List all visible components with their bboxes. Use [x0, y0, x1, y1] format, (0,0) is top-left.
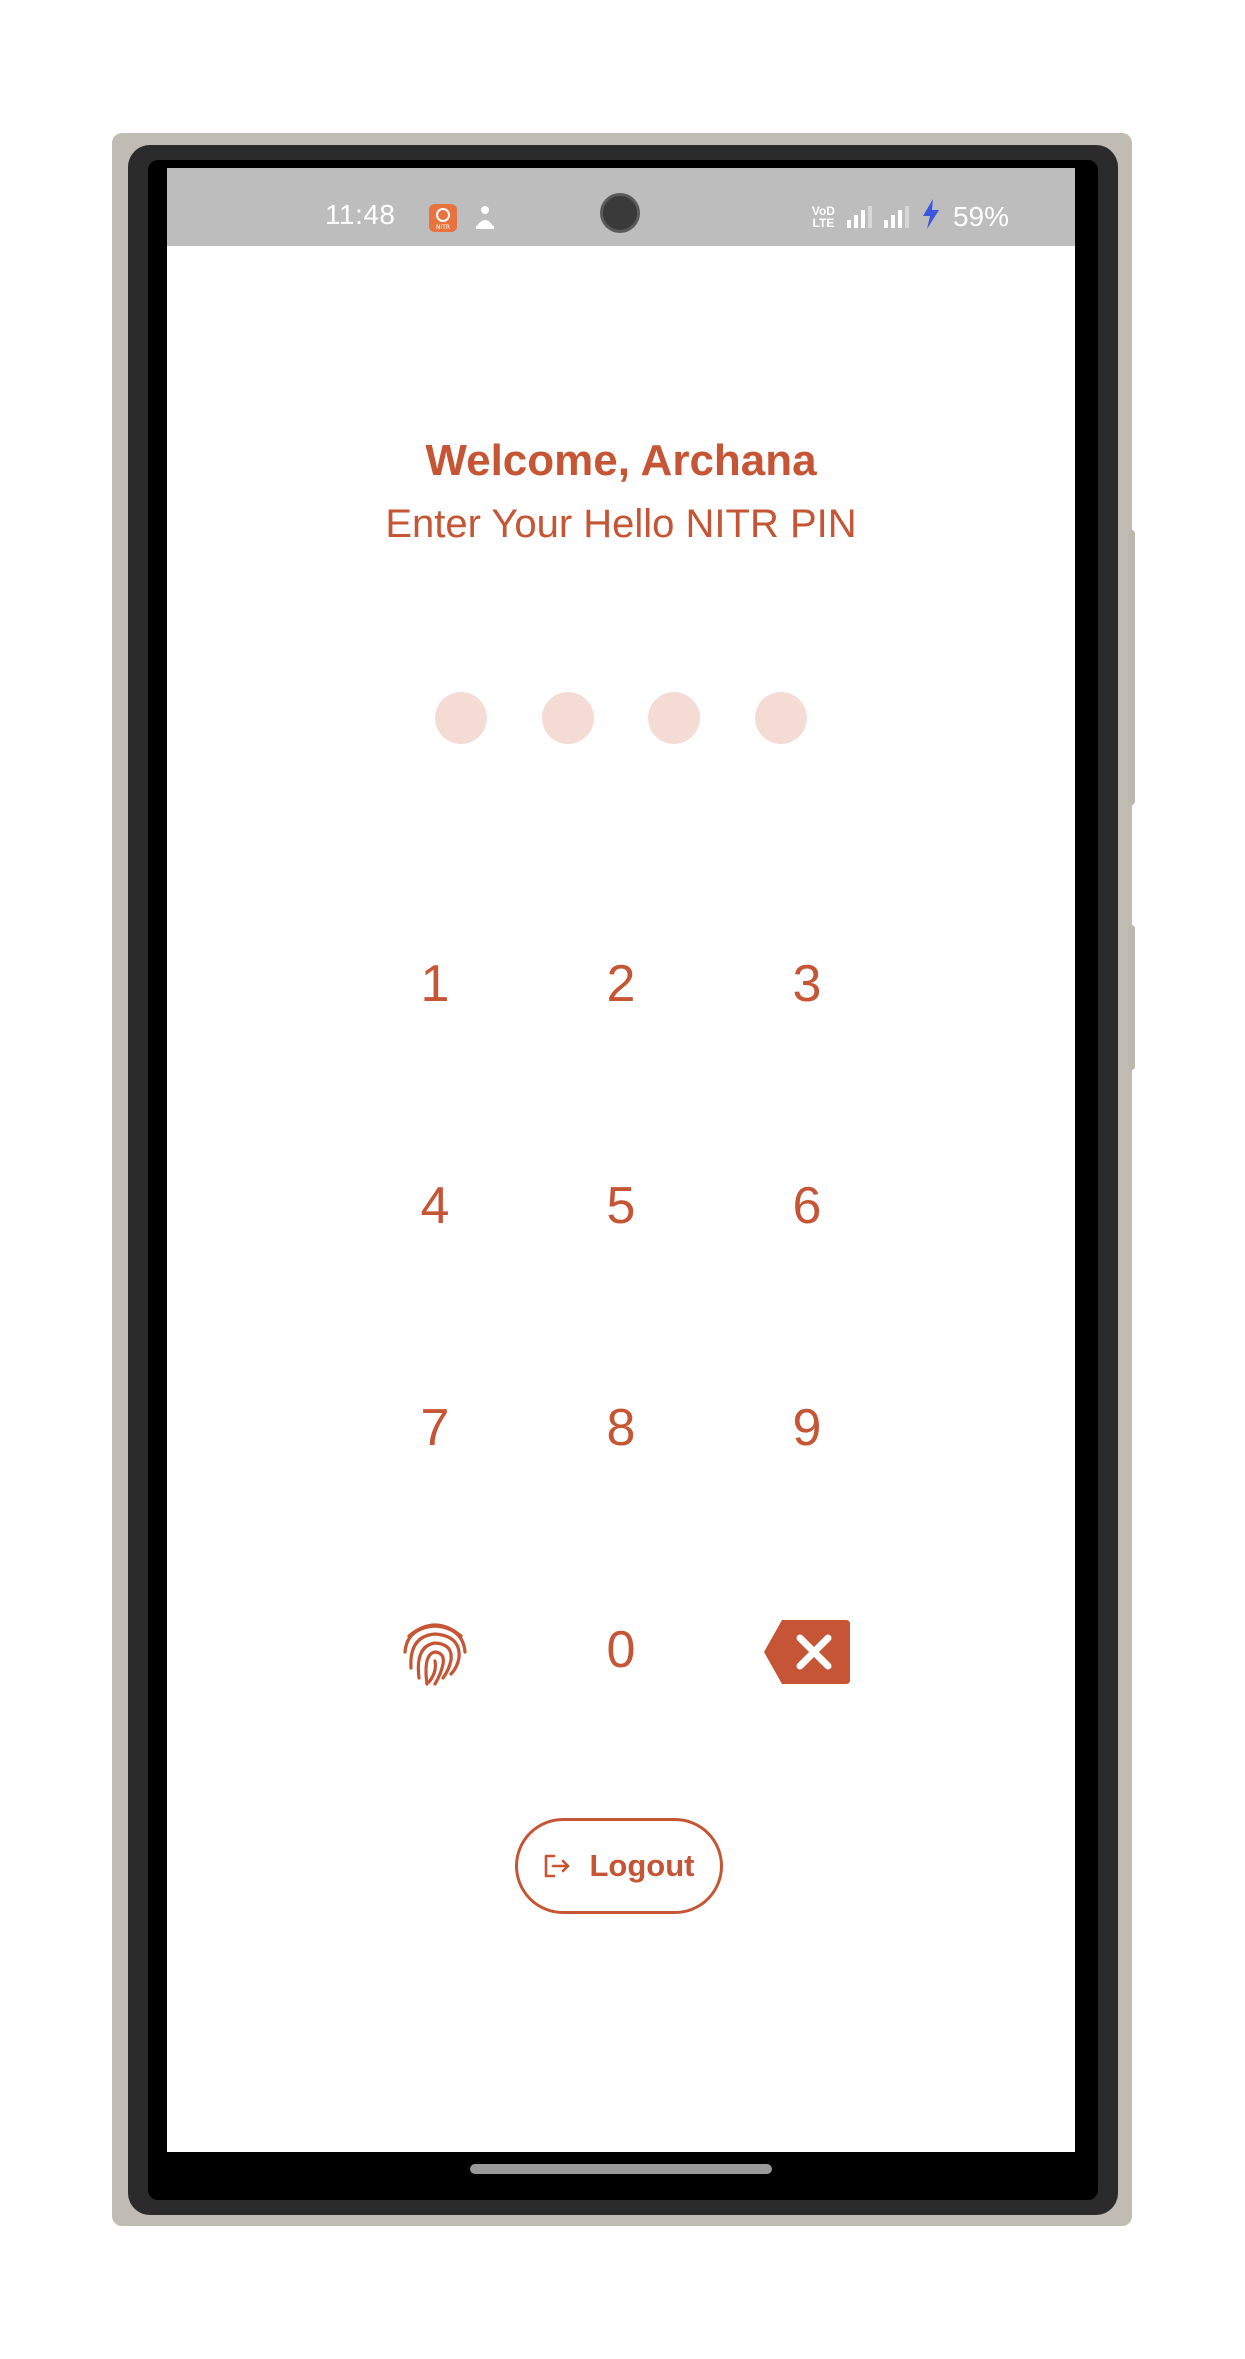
pin-dot: [648, 692, 701, 744]
backspace-icon: [764, 1620, 850, 1684]
front-camera: [600, 193, 640, 233]
volume-button: [1128, 530, 1135, 805]
key-6[interactable]: 6: [714, 1176, 900, 1398]
pin-prompt: Enter Your Hello NITR PIN: [385, 502, 857, 546]
pin-dot: [754, 692, 807, 744]
welcome-title: Welcome, Archana: [425, 436, 817, 485]
signal-icon: [883, 206, 909, 228]
key-label: 7: [420, 1399, 450, 1457]
logout-button[interactable]: Logout: [515, 1818, 723, 1914]
power-button: [1128, 925, 1135, 1070]
pin-indicator: [435, 692, 807, 744]
logout-icon: [545, 1854, 570, 1878]
fingerprint-button[interactable]: [342, 1620, 528, 1842]
key-4[interactable]: 4: [342, 1176, 528, 1398]
key-label: 5: [606, 1177, 636, 1235]
volte-icon: VoD LTE: [812, 205, 835, 229]
keypad: 1 2 3 4 5 6 7 8 9 0: [342, 954, 900, 1842]
key-label: 9: [792, 1399, 822, 1457]
fingerprint-icon: [403, 1623, 467, 1686]
pin-dot: [541, 692, 594, 744]
key-3[interactable]: 3: [714, 954, 900, 1176]
page: 11:48 NITR VoD LTE 59% Welcome, Archana …: [0, 0, 1245, 2359]
status-right-group: VoD LTE 59%: [812, 199, 1009, 235]
key-7[interactable]: 7: [342, 1398, 528, 1620]
status-bar: 11:48 NITR VoD LTE 59%: [167, 168, 1075, 246]
key-label: 3: [792, 955, 822, 1013]
battery-percent: 59%: [952, 201, 1009, 232]
key-5[interactable]: 5: [528, 1176, 714, 1398]
key-label: 6: [792, 1177, 822, 1235]
screen: 11:48 NITR VoD LTE 59% Welcome, Archana …: [167, 168, 1075, 2152]
pin-dot: [435, 692, 487, 744]
accessibility-icon: [473, 204, 497, 237]
status-time: 11:48: [325, 199, 396, 230]
backspace-button[interactable]: [714, 1620, 900, 1842]
signal-icon: [846, 206, 872, 228]
volte-line2: LTE: [812, 216, 835, 230]
key-label: 0: [606, 1621, 636, 1679]
home-indicator[interactable]: [470, 2164, 772, 2174]
key-2[interactable]: 2: [528, 954, 714, 1176]
key-0[interactable]: 0: [528, 1620, 714, 1842]
key-label: 4: [420, 1177, 450, 1235]
logout-label: Logout: [589, 1848, 695, 1883]
key-1[interactable]: 1: [342, 954, 528, 1176]
navigation-bar: [167, 2152, 1075, 2200]
key-label: 2: [606, 955, 636, 1013]
app-icon-label: NITR: [436, 224, 450, 231]
app-notification-icon: NITR: [429, 204, 457, 232]
key-9[interactable]: 9: [714, 1398, 900, 1620]
key-label: 1: [420, 955, 450, 1013]
key-8[interactable]: 8: [528, 1398, 714, 1620]
key-label: 8: [606, 1399, 636, 1457]
charging-icon: [921, 199, 941, 235]
